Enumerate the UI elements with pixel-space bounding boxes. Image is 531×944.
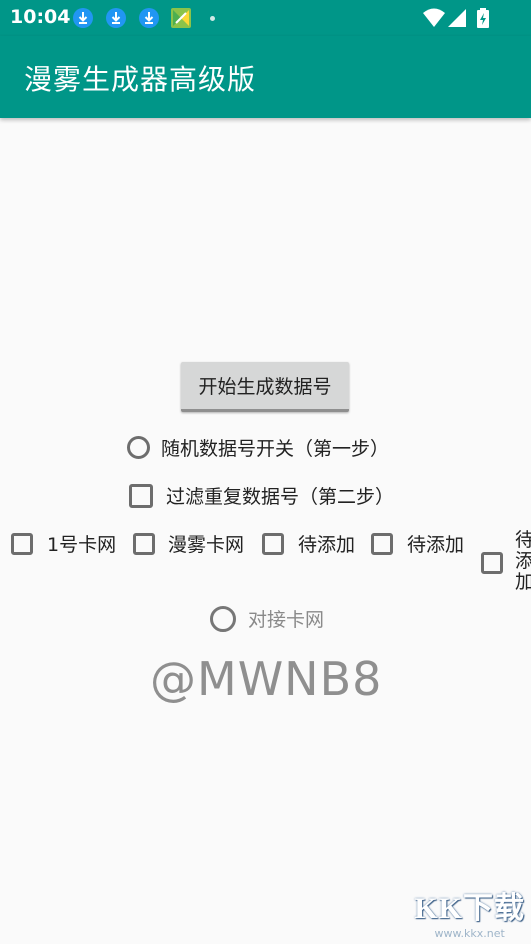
radio-random-label: 随机数据号开关（第一步） xyxy=(161,438,390,460)
start-generate-button[interactable]: 开始生成数据号 xyxy=(181,362,349,412)
download-icon xyxy=(73,8,93,28)
checkbox-icon[interactable] xyxy=(129,483,153,508)
checkbox-card-net-1[interactable]: 1号卡网 xyxy=(11,530,116,557)
checkbox-pending-3[interactable] xyxy=(481,552,503,574)
download-icon xyxy=(106,8,126,28)
label-char: 待 xyxy=(515,529,531,551)
checkbox-icon[interactable] xyxy=(262,532,284,555)
radio-random-toggle[interactable]: 随机数据号开关（第一步） xyxy=(127,434,389,461)
signal-icon xyxy=(448,9,466,27)
status-bar: 10:04 xyxy=(0,0,531,36)
dot-icon xyxy=(210,16,215,21)
checkbox-manwu-card-net[interactable]: 漫雾卡网 xyxy=(133,530,244,557)
author-watermark: @MWNB8 xyxy=(150,652,383,706)
radio-button-icon[interactable] xyxy=(127,436,150,459)
app-notification-icon xyxy=(171,8,191,28)
radio-button-icon[interactable] xyxy=(210,605,236,632)
wifi-icon xyxy=(423,8,445,27)
checkbox-label: 待添加 xyxy=(407,534,465,556)
checkbox-label: 1号卡网 xyxy=(47,534,117,556)
checkbox-filter-duplicates[interactable]: 过滤重复数据号（第二步） xyxy=(129,482,394,509)
battery-icon xyxy=(477,8,489,28)
checkbox-icon[interactable] xyxy=(371,532,393,555)
label-char: 添 xyxy=(515,550,531,572)
radio-connect-card-net[interactable]: 对接卡网 xyxy=(210,605,324,632)
checkbox-pending-1[interactable]: 待添加 xyxy=(262,530,355,557)
download-icon xyxy=(139,8,159,28)
label-char: 加 xyxy=(515,571,531,593)
app-title: 漫雾生成器高级版 xyxy=(24,63,257,96)
checkbox-pending-2[interactable]: 待添加 xyxy=(371,530,464,557)
site-url: www.kkx.net xyxy=(434,927,505,940)
status-time: 10:04 xyxy=(10,6,71,28)
checkbox-pending-3-label: 待 添 加 xyxy=(515,530,531,593)
app-bar: 漫雾生成器高级版 xyxy=(0,36,531,118)
site-watermark: KK下载 www.kkx.net xyxy=(414,883,525,940)
radio-connect-label: 对接卡网 xyxy=(248,609,325,631)
site-logo: KK下载 xyxy=(414,892,525,925)
checkbox-label: 待添加 xyxy=(298,534,356,556)
checkbox-icon[interactable] xyxy=(11,532,33,555)
checkbox-icon[interactable] xyxy=(133,532,155,555)
checkbox-filter-label: 过滤重复数据号（第二步） xyxy=(166,486,395,508)
checkbox-label: 漫雾卡网 xyxy=(168,534,245,556)
